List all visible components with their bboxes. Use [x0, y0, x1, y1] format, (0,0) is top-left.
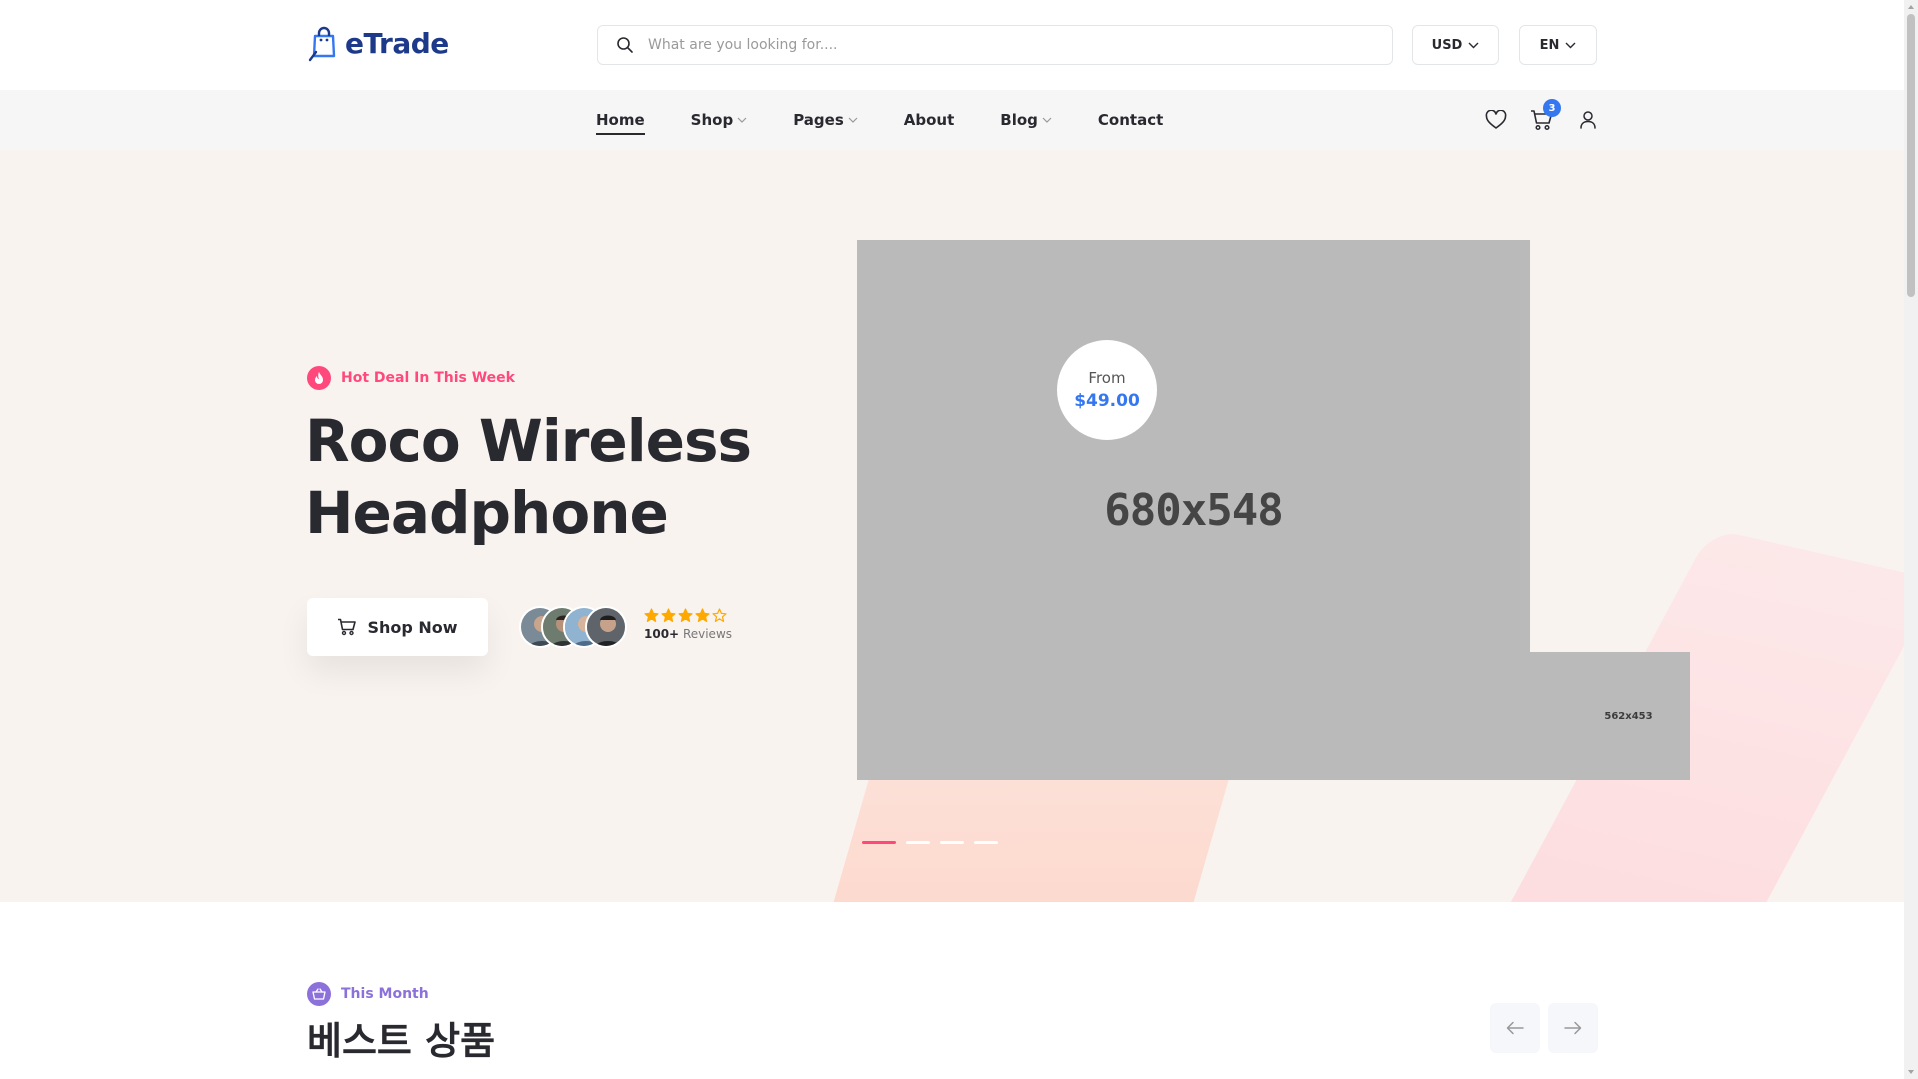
- language-select[interactable]: EN: [1519, 25, 1597, 65]
- fire-icon: [307, 366, 331, 390]
- scroll-down-arrow-icon[interactable]: [1907, 1068, 1915, 1076]
- price-from-label: From: [1088, 369, 1126, 387]
- scroll-up-arrow-icon[interactable]: [1907, 3, 1915, 11]
- nav-item-pages[interactable]: Pages: [793, 111, 858, 129]
- logo[interactable]: eTrade: [307, 24, 449, 62]
- image-placeholder-label: 680x548: [1104, 484, 1283, 536]
- page: eTrade USD EN Home Shop: [0, 0, 1918, 1079]
- price-value: $49.00: [1074, 391, 1140, 411]
- nav-item-label: Blog: [1000, 111, 1038, 129]
- shop-now-button[interactable]: Shop Now: [307, 598, 488, 656]
- nav-item-label: Shop: [690, 111, 734, 129]
- nav-item-home[interactable]: Home: [596, 111, 645, 135]
- heart-icon: [1485, 110, 1507, 129]
- avatar: [585, 606, 627, 648]
- slider-dot[interactable]: [974, 841, 998, 844]
- header-actions: 3: [1483, 90, 1601, 150]
- language-value: EN: [1539, 37, 1560, 53]
- chevron-down-icon: [1468, 42, 1479, 48]
- nav-item-about[interactable]: About: [904, 111, 955, 129]
- star-filled-icon: [678, 608, 693, 622]
- account-button[interactable]: [1575, 107, 1601, 133]
- slider-pagination: [862, 841, 998, 844]
- shop-now-label: Shop Now: [367, 617, 458, 637]
- cart-count-badge: 3: [1543, 99, 1561, 117]
- cart-icon: [338, 618, 357, 636]
- hot-deal-text: Hot Deal In This Week: [341, 370, 515, 386]
- nav-item-label: Contact: [1097, 111, 1164, 129]
- wishlist-button[interactable]: [1483, 107, 1509, 133]
- arrow-left-icon: [1506, 1021, 1524, 1035]
- price-badge: From $49.00: [1057, 340, 1157, 440]
- nav-item-shop[interactable]: Shop: [691, 111, 748, 129]
- rating-stars: [644, 608, 732, 623]
- nav-item-label: About: [903, 111, 955, 129]
- cart-button[interactable]: 3: [1529, 99, 1561, 133]
- hero-title: Roco Wireless Headphone: [305, 407, 752, 547]
- logo-text: eTrade: [345, 26, 449, 60]
- reviews-count: 100+ Reviews: [644, 627, 732, 641]
- shopping-bag-logo-icon: [308, 26, 336, 62]
- nav-item-blog[interactable]: Blog: [1000, 111, 1052, 129]
- user-icon: [1580, 111, 1596, 129]
- product-rating: 100+ Reviews: [644, 608, 732, 641]
- nav-item-label: Pages: [793, 111, 844, 129]
- slider-dot[interactable]: [906, 841, 930, 844]
- product-image-main: 680x548: [857, 240, 1530, 780]
- star-filled-icon: [695, 608, 710, 622]
- reviews-label: Reviews: [682, 627, 733, 641]
- section-tag-text: This Month: [341, 986, 429, 1002]
- nav-item-label: Home: [596, 111, 645, 129]
- product-image-secondary: 562x453: [1527, 652, 1690, 780]
- main-navbar: Home Shop Pages About Blog Contact 3: [0, 90, 1904, 150]
- chevron-down-icon: [1565, 42, 1576, 48]
- hot-deal-tag: Hot Deal In This Week: [307, 366, 515, 390]
- basket-icon: [307, 982, 331, 1006]
- main-nav: Home Shop Pages About Blog Contact: [596, 90, 1209, 150]
- carousel-prev-button[interactable]: [1490, 1003, 1540, 1053]
- currency-value: USD: [1431, 37, 1463, 53]
- top-header: eTrade USD EN: [0, 0, 1904, 90]
- image-placeholder-label: 562x453: [1604, 710, 1653, 722]
- star-filled-icon: [661, 608, 676, 622]
- nav-item-contact[interactable]: Contact: [1098, 111, 1163, 129]
- carousel-next-button[interactable]: [1548, 1003, 1598, 1053]
- scrollbar-thumb[interactable]: [1907, 14, 1915, 297]
- star-empty-icon: [712, 608, 727, 622]
- search-bar[interactable]: [597, 25, 1393, 65]
- section-tag: This Month: [307, 982, 429, 1006]
- chevron-down-icon: [737, 117, 747, 123]
- search-input[interactable]: [648, 37, 1348, 53]
- page-scrollbar[interactable]: [1904, 0, 1918, 1079]
- chevron-down-icon: [848, 117, 858, 123]
- star-filled-icon: [644, 608, 659, 622]
- chevron-down-icon: [1042, 117, 1052, 123]
- slider-dot[interactable]: [862, 841, 896, 844]
- search-icon: [617, 37, 633, 53]
- section-title: 베스트 상품: [307, 1019, 496, 1063]
- currency-select[interactable]: USD: [1412, 25, 1499, 65]
- reviewer-avatars: [519, 606, 627, 648]
- slider-dot[interactable]: [940, 841, 964, 844]
- hero-banner: Hot Deal In This Week Roco Wireless Head…: [0, 150, 1904, 902]
- reviews-number: 100+: [644, 627, 680, 641]
- arrow-right-icon: [1564, 1021, 1582, 1035]
